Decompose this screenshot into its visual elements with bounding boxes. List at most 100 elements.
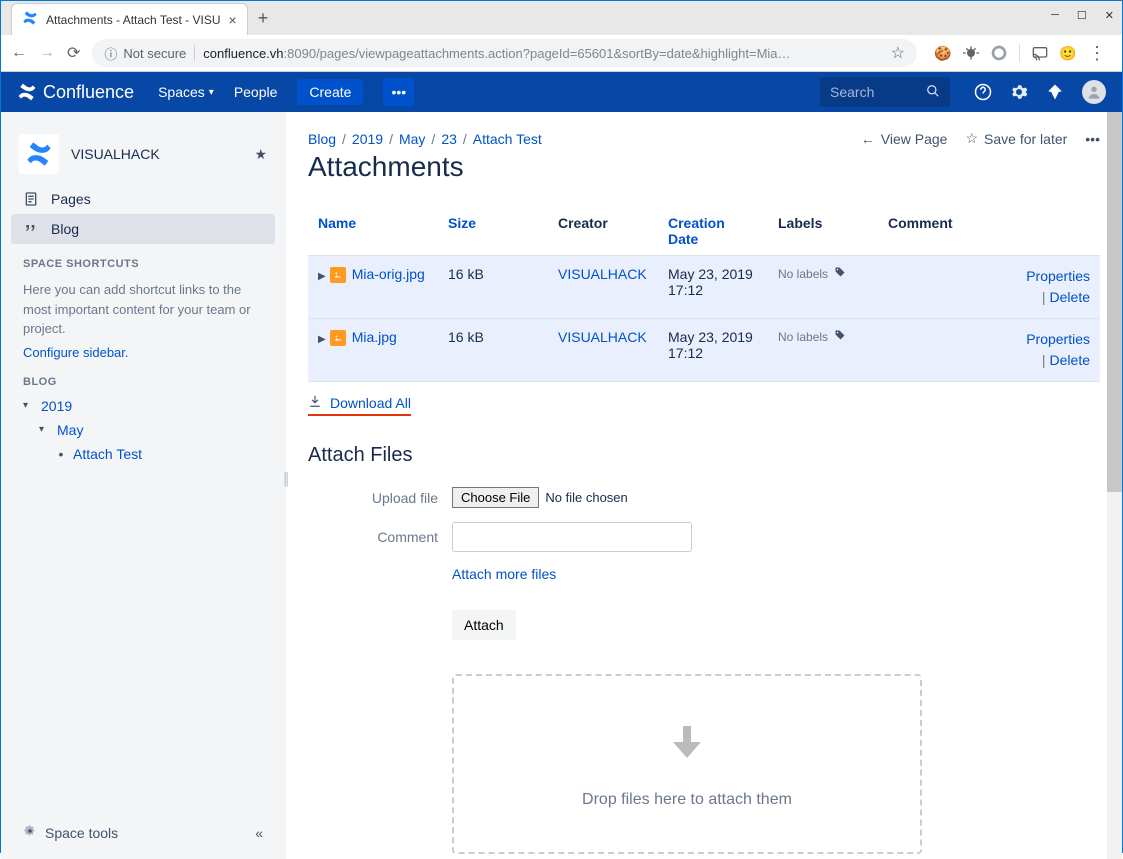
shortcuts-help-text: Here you can add shortcut links to the m…: [11, 276, 275, 343]
help-icon[interactable]: [974, 83, 992, 101]
quote-icon: [23, 221, 39, 237]
divider: [194, 45, 195, 61]
cell-size: 16 kB: [438, 256, 548, 319]
ellipsis-icon: •••: [1085, 131, 1100, 147]
breadcrumb-item[interactable]: Attach Test: [473, 131, 542, 147]
search-input[interactable]: [830, 84, 910, 100]
chevron-down-icon: ▾: [209, 87, 214, 98]
col-name[interactable]: Name: [308, 207, 438, 256]
breadcrumb-item[interactable]: May: [399, 131, 425, 147]
delete-link[interactable]: Delete: [1050, 352, 1090, 368]
search-box[interactable]: [820, 77, 950, 107]
space-star-icon[interactable]: ★: [254, 146, 267, 163]
cell-creator[interactable]: VISUALHACK: [548, 256, 658, 319]
delete-link[interactable]: Delete: [1050, 289, 1090, 305]
sidebar-label: Pages: [51, 191, 91, 207]
bookmark-star-icon[interactable]: ☆: [891, 43, 905, 63]
extension-bug-icon[interactable]: [963, 45, 979, 61]
extension-cookie-icon[interactable]: 🍪: [935, 45, 951, 61]
cell-size: 16 kB: [438, 319, 548, 382]
new-tab-button[interactable]: +: [248, 8, 279, 29]
security-indicator[interactable]: ⓘ Not secure: [104, 44, 186, 63]
profile-avatar-icon[interactable]: 🙂: [1060, 45, 1076, 61]
create-button[interactable]: Create: [297, 79, 363, 105]
space-tools-button[interactable]: Space tools: [23, 824, 118, 841]
arrow-left-icon: ←: [861, 131, 875, 147]
scrollbar-thumb[interactable]: [1107, 112, 1122, 492]
tab-close-icon[interactable]: ×: [229, 12, 237, 28]
comment-input[interactable]: [452, 522, 692, 552]
sidebar-label: Blog: [51, 221, 79, 237]
page-more-button[interactable]: •••: [1085, 131, 1100, 147]
product-name: Confluence: [43, 82, 134, 103]
file-dropzone[interactable]: Drop files here to attach them: [452, 674, 922, 854]
tree-month[interactable]: ▾ May: [11, 418, 275, 442]
file-name-link[interactable]: Mia.jpg: [352, 329, 397, 345]
tag-icon[interactable]: [834, 266, 846, 281]
section-shortcuts: SPACE SHORTCUTS: [11, 244, 275, 276]
action-label: View Page: [881, 131, 948, 147]
bullet-icon: •: [55, 446, 67, 462]
extension-circle-icon[interactable]: [991, 45, 1007, 61]
tag-icon[interactable]: [834, 329, 846, 344]
table-row: ▶ Mia-orig.jpg 16 kBVISUALHACKMay 23, 2019…: [308, 256, 1100, 319]
properties-link[interactable]: Properties: [1026, 268, 1090, 284]
vertical-scrollbar[interactable]: [1107, 112, 1122, 859]
file-name-link[interactable]: Mia-orig.jpg: [352, 266, 425, 282]
browser-tab[interactable]: Attachments - Attach Test - VISU ×: [11, 3, 248, 35]
space-logo-icon[interactable]: [19, 134, 59, 174]
choose-file-button[interactable]: Choose File: [452, 487, 539, 508]
download-icon: [308, 394, 322, 411]
configure-sidebar-link[interactable]: Configure sidebar.: [11, 343, 275, 362]
search-icon[interactable]: [926, 84, 940, 101]
sidebar-item-blog[interactable]: Blog: [11, 214, 275, 244]
cast-icon[interactable]: [1032, 45, 1048, 61]
breadcrumb-item[interactable]: 2019: [352, 131, 383, 147]
action-label: Save for later: [984, 131, 1067, 147]
collapse-sidebar-icon[interactable]: «: [255, 825, 263, 841]
nav-people[interactable]: People: [234, 84, 278, 100]
col-creation-date[interactable]: Creation Date: [658, 207, 768, 256]
breadcrumb-item[interactable]: 23: [441, 131, 457, 147]
expand-icon[interactable]: ▶: [318, 271, 330, 282]
cell-creator[interactable]: VISUALHACK: [548, 319, 658, 382]
insecure-label: Not secure: [123, 46, 186, 61]
download-all-link[interactable]: Download All: [308, 394, 411, 416]
col-comment: Comment: [878, 207, 1100, 256]
cell-date: May 23, 2019 17:12: [658, 256, 768, 319]
cell-labels: No labels: [778, 329, 868, 344]
nav-spaces[interactable]: Spaces ▾: [158, 84, 214, 100]
comment-label: Comment: [308, 529, 438, 545]
attach-files-heading: Attach Files: [308, 444, 1100, 467]
browser-menu-icon[interactable]: ⋮: [1088, 43, 1106, 64]
breadcrumb: Blog/ 2019/ May/ 23/ Attach Test: [308, 131, 542, 147]
more-button[interactable]: •••: [383, 78, 414, 106]
page-icon: [23, 191, 39, 207]
tree-leaf[interactable]: • Attach Test: [11, 442, 275, 466]
main-content: Blog/ 2019/ May/ 23/ Attach Test ← View …: [286, 112, 1122, 859]
sidebar-item-pages[interactable]: Pages: [11, 184, 275, 214]
nav-back-icon[interactable]: ←: [11, 44, 27, 62]
attach-more-files-link[interactable]: Attach more files: [452, 566, 556, 582]
notification-icon[interactable]: [1046, 83, 1064, 101]
breadcrumb-item[interactable]: Blog: [308, 131, 336, 147]
properties-link[interactable]: Properties: [1026, 331, 1090, 347]
tree-year[interactable]: ▾ 2019: [11, 394, 275, 418]
chevron-down-icon: ▾: [23, 400, 35, 411]
tree-label: 2019: [41, 398, 72, 414]
address-bar[interactable]: ⓘ Not secure confluence.vh:8090/pages/vi…: [92, 39, 917, 67]
attachments-table: Name Size Creator Creation Date Labels C…: [308, 207, 1100, 382]
section-blog: BLOG: [11, 362, 275, 394]
view-page-button[interactable]: ← View Page: [861, 131, 948, 147]
col-size[interactable]: Size: [438, 207, 548, 256]
expand-icon[interactable]: ▶: [318, 334, 330, 345]
nav-reload-icon[interactable]: ⟳: [67, 43, 80, 63]
upload-file-label: Upload file: [308, 490, 438, 506]
save-for-later-button[interactable]: ☆ Save for later: [965, 130, 1067, 147]
attach-button[interactable]: Attach: [452, 610, 516, 640]
settings-gear-icon[interactable]: [1010, 83, 1028, 101]
space-name[interactable]: VISUALHACK: [71, 146, 242, 162]
confluence-logo[interactable]: Confluence: [17, 82, 134, 103]
user-avatar[interactable]: [1082, 80, 1106, 104]
nav-forward-icon[interactable]: →: [39, 44, 55, 62]
